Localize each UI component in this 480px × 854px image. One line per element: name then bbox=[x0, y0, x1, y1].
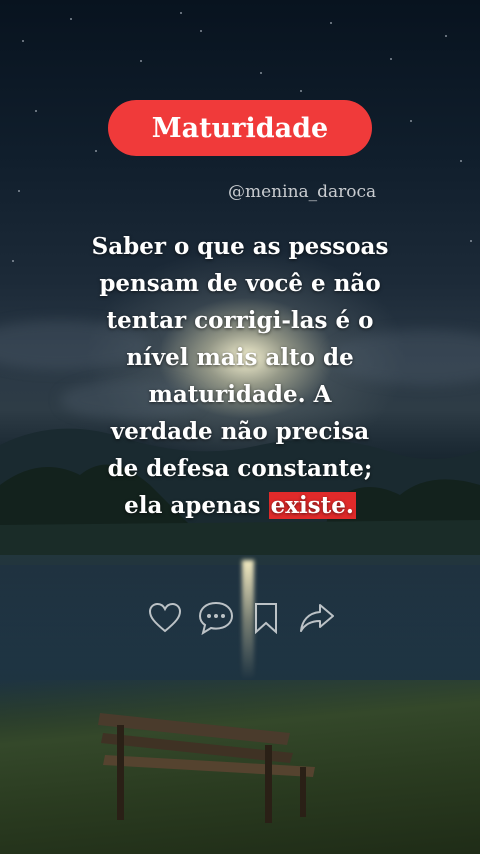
share-button[interactable] bbox=[298, 599, 336, 637]
share-icon bbox=[299, 604, 334, 632]
quote-line: ela apenas bbox=[124, 492, 261, 519]
title-badge: Maturidade bbox=[108, 100, 372, 156]
quote-line: verdade não precisa bbox=[110, 418, 370, 445]
background-scene: Maturidade @menina_daroca Saber o que as… bbox=[0, 0, 480, 854]
quote-line: maturidade. A bbox=[148, 381, 332, 408]
quote-line: de defesa constante; bbox=[107, 455, 373, 482]
comment-button[interactable] bbox=[197, 599, 235, 637]
quote-text: Saber o que as pessoas pensam de você e … bbox=[58, 228, 422, 524]
quote-line-last: ela apenas existe. bbox=[58, 487, 422, 524]
author-handle[interactable]: @menina_daroca bbox=[228, 182, 408, 208]
highlighted-word: existe. bbox=[268, 492, 356, 519]
like-button[interactable] bbox=[146, 599, 184, 637]
title-text: Maturidade bbox=[151, 112, 329, 144]
quote-line: Saber o que as pessoas bbox=[91, 233, 389, 260]
comment-icon bbox=[198, 601, 233, 636]
quote-line: tentar corrigi-las é o bbox=[106, 307, 374, 334]
park-bench bbox=[98, 713, 315, 823]
heart-icon bbox=[148, 602, 182, 633]
save-button[interactable] bbox=[247, 599, 285, 637]
quote-line: nível mais alto de bbox=[126, 344, 354, 371]
bookmark-icon bbox=[255, 603, 278, 634]
quote-line: pensam de você e não bbox=[99, 270, 381, 297]
action-bar bbox=[146, 596, 336, 640]
